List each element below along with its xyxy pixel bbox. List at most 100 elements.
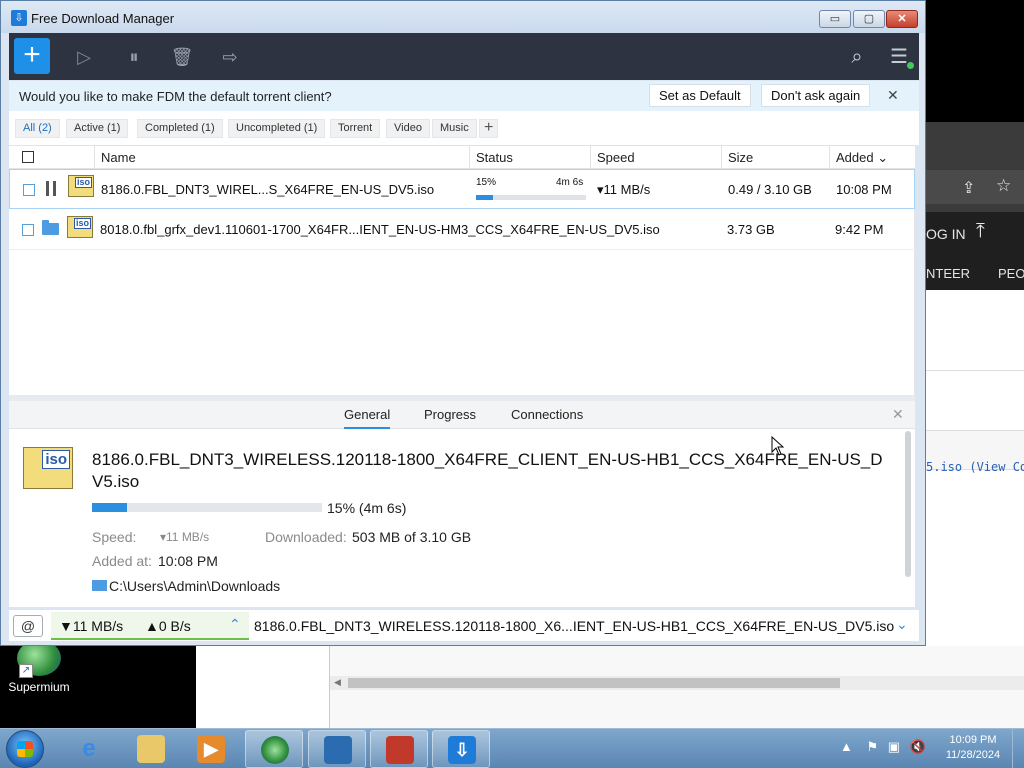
clock[interactable]: 10:09 PM 11/28/2024 — [938, 733, 1008, 763]
site-nav-item[interactable]: NTEER — [926, 266, 970, 281]
filter-active[interactable]: Active (1) — [66, 119, 129, 138]
tab-progress[interactable]: Progress — [424, 407, 476, 422]
table-row[interactable]: iso 8018.0.fbl_grfx_dev1.110601-1700_X64… — [9, 210, 915, 250]
bookmark-star-icon[interactable]: ☆ — [996, 176, 1011, 196]
code-text: 5.iso (View Co — [926, 460, 1024, 474]
total-download-speed: ▼11 MB/s — [59, 618, 124, 634]
downloaded-value: 503 MB of 3.10 GB — [352, 529, 472, 545]
taskbar-ie[interactable]: e — [60, 730, 118, 768]
banner-close-icon[interactable]: ✕ — [887, 87, 899, 104]
site-nav-item[interactable]: PEO — [998, 266, 1024, 281]
scrollbar-thumb[interactable] — [348, 678, 840, 688]
taskbar-app[interactable] — [308, 730, 366, 768]
iso-file-icon: iso — [23, 447, 73, 489]
title-bar[interactable]: ⇩ Free Download Manager ▭ ▢ ✕ — [1, 1, 925, 33]
close-button[interactable]: ✕ — [886, 10, 918, 28]
add-download-button[interactable]: + — [14, 38, 50, 74]
download-eta: 4m 6s — [556, 177, 584, 188]
volume-muted-icon[interactable]: 🔇 — [910, 739, 926, 754]
chevron-down-icon[interactable]: ⌄ — [896, 616, 908, 633]
taskbar-toolbox[interactable] — [370, 730, 428, 768]
network-icon[interactable]: ▣ — [888, 739, 900, 754]
share-icon[interactable]: ⇪ — [962, 178, 975, 198]
app-icon — [324, 736, 352, 764]
filter-torrent[interactable]: Torrent — [330, 119, 381, 138]
taskbar-media-player[interactable]: ▶ — [182, 730, 240, 768]
horizontal-scrollbar[interactable]: ◀ — [330, 676, 1024, 690]
download-added-time: 10:08 PM — [836, 182, 892, 197]
details-progress-bar — [92, 503, 322, 512]
column-size[interactable]: Size — [721, 146, 829, 169]
dont-ask-again-button[interactable]: Don't ask again — [761, 84, 871, 107]
play-icon[interactable]: ▷ — [71, 44, 97, 70]
upload-icon[interactable]: ⤒ — [976, 220, 985, 243]
filter-completed[interactable]: Completed (1) — [137, 119, 223, 138]
tab-general[interactable]: General — [344, 407, 391, 429]
filter-music[interactable]: Music — [432, 119, 477, 138]
system-tray: ▲ ⚑ ▣ 🔇 — [840, 739, 926, 755]
internet-explorer-icon: e — [82, 735, 96, 762]
open-folder-icon[interactable] — [42, 220, 59, 235]
table-row[interactable]: iso 8186.0.FBL_DNT3_WIREL...S_X64FRE_EN-… — [9, 169, 915, 209]
flag-icon[interactable]: ⚑ — [867, 739, 879, 754]
add-filter-button[interactable]: + — [479, 119, 499, 138]
search-icon[interactable]: ⌕ — [844, 44, 870, 70]
windows-logo-icon — [17, 741, 33, 757]
snail-mode-icon[interactable]: @ — [13, 615, 43, 637]
filter-all[interactable]: All (2) — [15, 119, 60, 138]
notification-dot — [907, 62, 914, 69]
media-player-icon: ▶ — [197, 735, 225, 763]
supermium-icon — [261, 736, 289, 764]
iso-file-icon: iso — [67, 216, 93, 238]
fdm-window: ⇩ Free Download Manager ▭ ▢ ✕ + ▷ ⏸ 🗑 ⇨ … — [0, 0, 926, 646]
scroll-left-icon[interactable]: ◀ — [334, 677, 341, 688]
trash-icon[interactable]: 🗑 — [169, 44, 195, 70]
download-size: 0.49 / 3.10 GB — [728, 182, 812, 197]
show-hidden-icons-icon[interactable]: ▲ — [840, 739, 853, 754]
tab-connections[interactable]: Connections — [511, 407, 583, 422]
chevron-up-icon[interactable]: ⌃ — [229, 616, 241, 633]
column-speed[interactable]: Speed — [590, 146, 721, 169]
fdm-app-icon: ⇩ — [11, 10, 27, 26]
added-at-label: Added at: — [92, 553, 152, 569]
added-at-value: 10:08 PM — [158, 553, 218, 569]
pause-all-icon[interactable]: ⏸ — [121, 44, 147, 70]
start-button[interactable] — [6, 730, 44, 768]
pause-icon[interactable] — [44, 181, 58, 197]
download-path: C:\Users\Admin\Downloads — [109, 578, 281, 594]
details-close-icon[interactable]: ✕ — [892, 406, 904, 423]
taskbar-supermium[interactable] — [245, 730, 303, 768]
maximize-button[interactable]: ▢ — [853, 10, 885, 28]
filter-uncompleted[interactable]: Uncompleted (1) — [228, 119, 326, 138]
column-added[interactable]: Added ⌄ — [829, 146, 915, 169]
desktop-icon-supermium[interactable]: ↗ Supermium — [6, 640, 72, 694]
download-folder-link[interactable]: C:\Users\Admin\Downloads — [92, 578, 280, 594]
toolbox-icon — [386, 736, 414, 764]
window-title: Free Download Manager — [31, 11, 175, 26]
select-all-checkbox[interactable] — [22, 151, 34, 163]
speed-summary[interactable]: ▼11 MB/s ▲0 B/s ⌃ — [51, 612, 249, 640]
show-desktop-button[interactable] — [1012, 729, 1024, 768]
details-progress-text: 15% (4m 6s) — [327, 500, 407, 516]
minimize-button[interactable]: ▭ — [819, 10, 851, 28]
browser-address-bar: ⇪ ☆ — [926, 170, 1024, 204]
download-percent: 15% — [476, 177, 497, 188]
taskbar-explorer[interactable] — [122, 730, 180, 768]
hamburger-menu-icon[interactable]: ☰ — [886, 44, 914, 70]
divider — [926, 370, 1024, 371]
row-checkbox[interactable] — [23, 184, 35, 196]
move-folder-icon[interactable]: ⇨ — [217, 44, 243, 70]
clock-time: 10:09 PM — [949, 734, 997, 746]
filter-video[interactable]: Video — [386, 119, 430, 138]
row-checkbox[interactable] — [22, 224, 34, 236]
folder-icon — [92, 580, 107, 591]
column-status[interactable]: Status — [469, 146, 590, 169]
details-scrollbar[interactable] — [905, 431, 911, 577]
column-name[interactable]: Name — [94, 146, 469, 169]
main-toolbar: + ▷ ⏸ 🗑 ⇨ ⌕ ☰ — [9, 33, 919, 80]
site-login-link[interactable]: OG IN — [926, 226, 966, 242]
taskbar-fdm[interactable]: ⇩ — [432, 730, 490, 768]
set-as-default-button[interactable]: Set as Default — [649, 84, 751, 107]
clock-date: 11/28/2024 — [945, 749, 1001, 761]
download-name: 8018.0.fbl_grfx_dev1.110601-1700_X64FR..… — [100, 222, 660, 237]
